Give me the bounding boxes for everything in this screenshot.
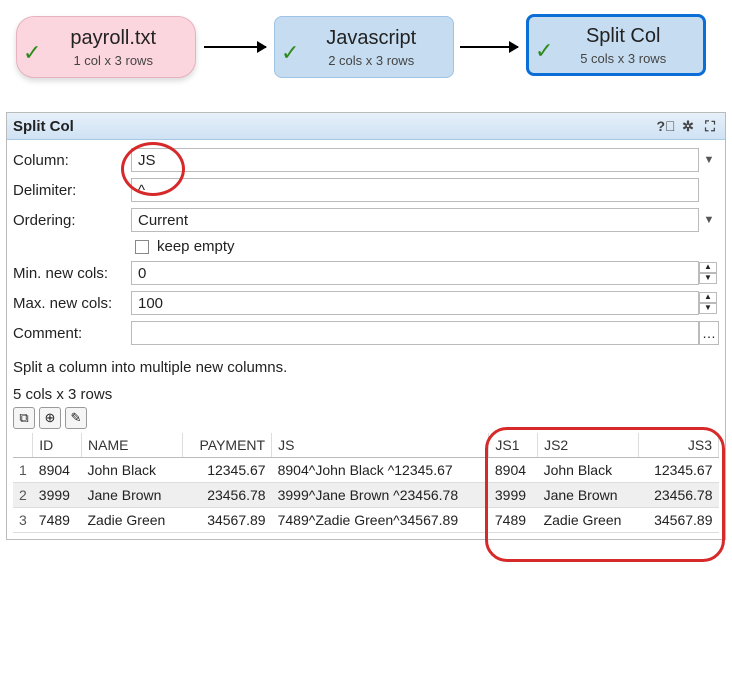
ordering-select[interactable]: Current [131, 208, 699, 232]
col-header[interactable]: PAYMENT [183, 433, 272, 458]
ordering-label: Ordering: [13, 212, 131, 229]
chevron-down-icon[interactable]: ▼ [699, 214, 719, 226]
max-cols-spinner[interactable]: ▲▼ [699, 292, 719, 314]
add-icon[interactable]: ⊕ [39, 407, 61, 429]
table-row[interactable]: 3 7489 Zadie Green 34567.89 7489^Zadie G… [13, 508, 719, 533]
comment-more-button[interactable]: … [699, 321, 719, 345]
properties-panel: Split Col ?⃝ ✲ ⛶ Column: JS ▼ Delimiter:… [6, 112, 726, 540]
column-label: Column: [13, 152, 131, 169]
node-subtitle: 5 cols x 3 rows [557, 51, 689, 66]
results-table: ID NAME PAYMENT JS JS1 JS2 JS3 1 8904 Jo… [13, 433, 719, 533]
min-cols-spinner[interactable]: ▲▼ [699, 262, 719, 284]
panel-description: Split a column into multiple new columns… [7, 351, 725, 380]
table-row[interactable]: 2 3999 Jane Brown 23456.78 3999^Jane Bro… [13, 483, 719, 508]
chevron-down-icon[interactable]: ▼ [699, 154, 719, 166]
node-subtitle: 1 col x 3 rows [45, 53, 181, 68]
min-cols-input[interactable]: 0 [131, 261, 699, 285]
help-icon[interactable]: ?⃝ [655, 116, 677, 136]
edit-icon[interactable]: ✎ [65, 407, 87, 429]
col-header[interactable]: JS2 [538, 433, 639, 458]
col-header[interactable]: NAME [82, 433, 183, 458]
panel-header: Split Col ?⃝ ✲ ⛶ [7, 113, 725, 140]
node-splitcol[interactable]: ✓ Split Col 5 cols x 3 rows [526, 14, 706, 76]
check-icon: ✓ [281, 40, 299, 66]
expand-icon[interactable]: ⛶ [699, 116, 721, 136]
max-cols-label: Max. new cols: [13, 295, 131, 312]
node-subtitle: 2 cols x 3 rows [303, 53, 439, 68]
table-toolbar: ⧉ ⊕ ✎ [7, 403, 725, 433]
min-cols-label: Min. new cols: [13, 265, 131, 282]
max-cols-input[interactable]: 100 [131, 291, 699, 315]
col-header[interactable]: JS3 [639, 433, 719, 458]
table-status: 5 cols x 3 rows [7, 380, 725, 403]
delimiter-input[interactable]: ^ [131, 178, 699, 202]
panel-title: Split Col [11, 118, 655, 135]
check-icon: ✓ [23, 40, 41, 66]
node-payroll[interactable]: ✓ payroll.txt 1 col x 3 rows [16, 16, 196, 78]
keep-empty-checkbox[interactable] [135, 240, 149, 254]
check-icon: ✓ [535, 38, 553, 64]
arrow-icon [460, 46, 518, 48]
copy-icon[interactable]: ⧉ [13, 407, 35, 429]
comment-label: Comment: [13, 325, 131, 342]
arrow-icon [204, 46, 266, 48]
comment-input[interactable] [131, 321, 699, 345]
col-header[interactable]: ID [33, 433, 82, 458]
pipeline: ✓ payroll.txt 1 col x 3 rows ✓ Javascrip… [6, 6, 726, 96]
column-select[interactable]: JS [131, 148, 699, 172]
keep-empty-label: keep empty [157, 238, 235, 255]
node-title: payroll.txt [45, 27, 181, 49]
gear-icon[interactable]: ✲ [677, 116, 699, 136]
node-javascript[interactable]: ✓ Javascript 2 cols x 3 rows [274, 16, 454, 78]
col-header[interactable]: JS [272, 433, 489, 458]
node-title: Javascript [303, 27, 439, 49]
col-header[interactable]: JS1 [489, 433, 538, 458]
table-row[interactable]: 1 8904 John Black 12345.67 8904^John Bla… [13, 458, 719, 483]
delimiter-label: Delimiter: [13, 182, 131, 199]
node-title: Split Col [557, 25, 689, 47]
